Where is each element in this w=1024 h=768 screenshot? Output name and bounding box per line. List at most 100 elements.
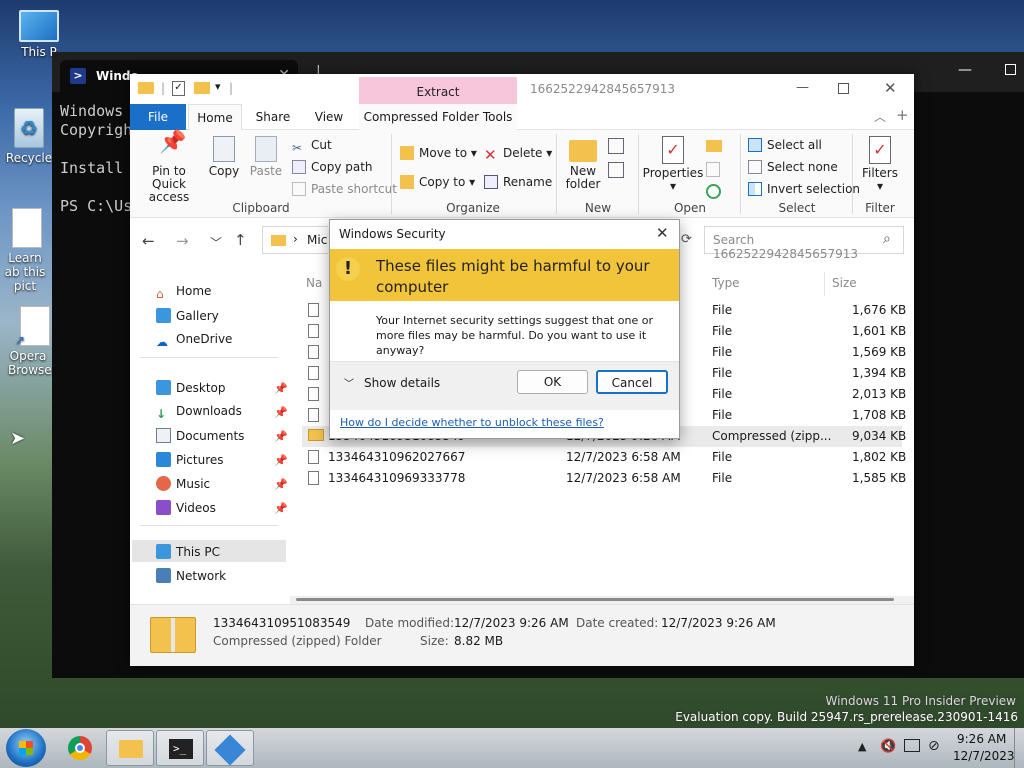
- column-header-name[interactable]: Na: [306, 276, 322, 290]
- ribbon-context-tab-extract[interactable]: Extract: [359, 77, 517, 104]
- desktop-icon-label: Opera Browse: [8, 349, 52, 377]
- cut-button[interactable]: ✂ Cut: [292, 138, 332, 155]
- explorer-titlebar[interactable]: | ✓ ▾ | Extract 1662522942845657913 — ✕: [130, 74, 914, 104]
- taskbar-chrome[interactable]: [56, 730, 104, 766]
- pin-icon[interactable]: 📌: [274, 382, 288, 395]
- windows-security-dialog[interactable]: Windows Security ✕ ! These files might b…: [329, 219, 680, 439]
- table-row[interactable]: 133464310969333778 12/7/2023 6:58 AM File 1…: [302, 468, 906, 489]
- pin-icon[interactable]: 📌: [274, 406, 288, 419]
- pin-icon[interactable]: 📌: [274, 502, 288, 515]
- copy-path-button[interactable]: Copy path: [292, 160, 373, 174]
- paste-button[interactable]: Paste: [248, 136, 284, 178]
- nav-item-music[interactable]: Music: [156, 476, 210, 491]
- tab-share[interactable]: Share: [248, 104, 298, 130]
- delete-button[interactable]: ✕ Delete ▾: [484, 146, 552, 163]
- taskbar-app[interactable]: [206, 730, 254, 766]
- desktop-icon-learn-about-picture[interactable]: Learn ab this pict: [0, 208, 54, 293]
- nav-item-network[interactable]: Network: [156, 568, 226, 583]
- cancel-button[interactable]: Cancel: [596, 370, 668, 394]
- help-icon[interactable]: +: [896, 106, 909, 124]
- minimize-icon[interactable]: —: [796, 80, 809, 95]
- copy-button[interactable]: Copy: [206, 136, 242, 178]
- clock-date[interactable]: 12/7/2023: [953, 749, 1015, 763]
- close-icon[interactable]: ✕: [656, 224, 669, 242]
- horizontal-scrollbar[interactable]: [290, 596, 914, 604]
- clock-time[interactable]: 9:26 AM: [957, 732, 1006, 746]
- nav-item-pictures[interactable]: Pictures: [156, 452, 224, 467]
- tab-home[interactable]: Home: [188, 104, 242, 130]
- breadcrumb[interactable]: Mic: [307, 233, 327, 247]
- properties-button[interactable]: ✓ Properties ▾: [642, 136, 704, 193]
- network-disconnected-icon[interactable]: ⊘: [928, 738, 940, 754]
- nav-item-onedrive[interactable]: ☁ OneDrive: [156, 332, 232, 350]
- taskbar-terminal[interactable]: >_: [156, 730, 204, 766]
- history-icon[interactable]: [706, 184, 721, 199]
- pin-icon[interactable]: 📌: [274, 430, 288, 443]
- pin-to-quick-access-button[interactable]: 📌 Pin to Quick access: [134, 132, 204, 204]
- invert-selection-button[interactable]: Invert selection: [748, 182, 860, 196]
- pin-icon[interactable]: 📌: [274, 454, 288, 467]
- dialog-message: Your Internet security settings suggest …: [376, 314, 653, 357]
- nav-item-desktop[interactable]: Desktop: [156, 380, 226, 395]
- nav-item-this-pc[interactable]: This PC: [156, 544, 220, 559]
- file-icon: [308, 387, 319, 401]
- copy-to-button[interactable]: Copy to ▾: [400, 175, 475, 189]
- minimize-ribbon-icon[interactable]: ︿: [874, 108, 886, 125]
- new-item-icon[interactable]: [608, 138, 624, 154]
- refresh-icon[interactable]: ⟳: [681, 232, 692, 247]
- tab-view[interactable]: View: [304, 104, 354, 130]
- table-row[interactable]: 133464310962027667 12/7/2023 6:58 AM File 1…: [302, 447, 906, 468]
- unblock-help-link[interactable]: How do I decide whether to unblock these…: [340, 416, 604, 429]
- terminal-icon: >_: [169, 739, 193, 759]
- group-separator: [556, 134, 557, 214]
- desktop-icon-recycle-bin[interactable]: ♻ Recycle: [2, 108, 56, 165]
- edit-icon[interactable]: [706, 162, 720, 177]
- column-header-size[interactable]: Size: [832, 276, 857, 290]
- details-pane: 133464310951083549 Compressed (zipped) F…: [130, 604, 914, 666]
- show-desktop-button[interactable]: [1014, 728, 1024, 768]
- start-button[interactable]: [6, 729, 46, 767]
- column-divider: [824, 272, 825, 296]
- tab-file[interactable]: File: [130, 104, 186, 130]
- scrollbar-thumb[interactable]: [296, 598, 894, 601]
- show-hidden-icons-icon[interactable]: ▲: [858, 740, 866, 753]
- easy-access-icon[interactable]: [608, 162, 624, 178]
- paste-shortcut-button[interactable]: Paste shortcut: [292, 182, 397, 196]
- nav-item-downloads[interactable]: ↓ Downloads: [156, 404, 242, 422]
- properties-quick-icon[interactable]: ✓: [172, 81, 185, 96]
- select-none-icon: [748, 160, 762, 174]
- maximize-icon[interactable]: [1005, 64, 1016, 75]
- maximize-icon[interactable]: [838, 83, 849, 94]
- rename-button[interactable]: Rename: [484, 175, 552, 189]
- tab-compressed-folder-tools[interactable]: Compressed Folder Tools: [359, 104, 517, 130]
- pin-icon[interactable]: 📌: [274, 478, 288, 491]
- open-icon[interactable]: [706, 140, 722, 152]
- file-icon: [308, 366, 319, 380]
- ok-button[interactable]: OK: [517, 370, 588, 394]
- powershell-icon: >: [70, 68, 86, 84]
- nav-item-home[interactable]: ⌂ Home: [156, 284, 211, 302]
- column-header-type[interactable]: Type: [712, 276, 740, 290]
- volume-mute-icon[interactable]: 🔇: [880, 739, 896, 754]
- new-folder-button[interactable]: New folder: [562, 140, 604, 191]
- taskbar-file-explorer[interactable]: [106, 730, 154, 766]
- filters-button[interactable]: ✓ Filters ▾: [858, 136, 902, 193]
- nav-item-videos[interactable]: Videos: [156, 500, 216, 515]
- select-none-button[interactable]: Select none: [748, 160, 838, 174]
- documents-icon: [156, 428, 171, 443]
- nav-item-documents[interactable]: Documents: [156, 428, 244, 443]
- search-input[interactable]: Search 1662522942845657913: [713, 233, 903, 261]
- details-date-created-label: Date created:: [576, 616, 659, 630]
- customize-toolbar-icon[interactable]: ▾: [215, 80, 221, 93]
- search-icon[interactable]: ⌕: [883, 231, 891, 247]
- minimize-icon[interactable]: —: [958, 62, 972, 78]
- close-icon[interactable]: ✕: [884, 79, 897, 97]
- move-to-button[interactable]: Move to ▾: [400, 146, 477, 160]
- watermark-line-2: Evaluation copy. Build 25947.rs_prerelea…: [675, 710, 1018, 724]
- nav-item-gallery[interactable]: Gallery: [156, 308, 219, 323]
- show-details-toggle[interactable]: ﹀ Show details: [344, 375, 440, 390]
- display-icon[interactable]: [904, 739, 920, 752]
- select-all-button[interactable]: Select all: [748, 138, 822, 152]
- search-box[interactable]: Search 1662522942845657913 ⌕: [704, 226, 904, 261]
- new-folder-quick-icon[interactable]: [194, 82, 210, 94]
